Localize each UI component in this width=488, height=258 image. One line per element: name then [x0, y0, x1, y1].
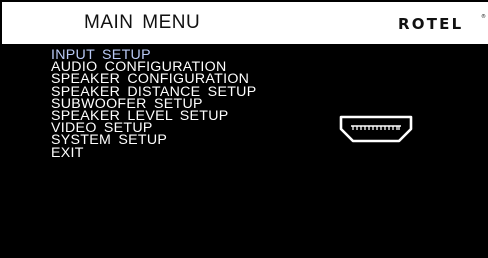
osd-screen: MAIN MENU ROTEL ® INPUT SETUP AUDIO CONF… — [0, 0, 488, 258]
page-title: MAIN MENU — [84, 12, 201, 33]
brand-trademark: ® — [481, 14, 486, 20]
hdmi-icon — [338, 114, 414, 149]
main-menu-list: INPUT SETUP AUDIO CONFIGURATION SPEAKER … — [51, 48, 257, 160]
menu-item-exit[interactable]: EXIT — [51, 145, 257, 159]
brand-logo: ROTEL — [398, 15, 464, 33]
menu-header: MAIN MENU ROTEL ® — [2, 2, 488, 44]
